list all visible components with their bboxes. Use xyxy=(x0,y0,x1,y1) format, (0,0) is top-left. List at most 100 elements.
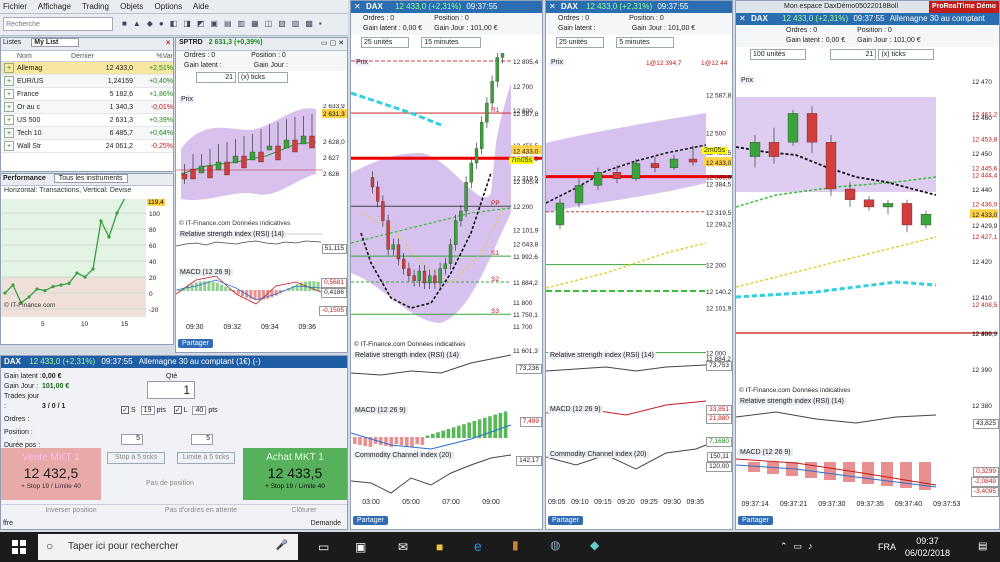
chart3-close-icon[interactable]: ✕ xyxy=(739,14,746,23)
macd-bar xyxy=(446,429,451,438)
add-icon[interactable]: + xyxy=(4,76,14,86)
windows-start-icon[interactable] xyxy=(12,540,26,554)
stop-step-input[interactable]: 5 xyxy=(121,434,143,445)
list-item[interactable]: + US 500 2 631,3 +0,39% xyxy=(1,114,173,127)
chart1-ytick: 12 043,8 xyxy=(513,242,539,249)
mail-icon[interactable]: ✉ xyxy=(398,540,408,554)
perf-point xyxy=(11,283,15,287)
tab-listes[interactable]: Listes xyxy=(3,39,21,46)
pending-orders-button[interactable]: Pas d'ordres en attente xyxy=(141,505,261,516)
stop-input[interactable]: 19 xyxy=(140,406,155,415)
chart3-partager-button[interactable]: Partager xyxy=(738,515,773,525)
window-controls[interactable]: ▭ ▢ ✕ xyxy=(321,39,344,47)
chart2-interval-select[interactable]: 5 minutes xyxy=(616,37,675,48)
add-icon[interactable]: + xyxy=(4,89,14,99)
limit-step-input[interactable]: 5 xyxy=(191,434,213,445)
chart1-units-select[interactable]: 25 unités xyxy=(361,37,409,48)
tray-icons[interactable]: ⌃▭♪ xyxy=(780,541,819,552)
menu-aide[interactable]: Aide xyxy=(193,2,209,11)
chart3-units-select[interactable]: 100 unités xyxy=(750,49,806,60)
partager-label[interactable]: Partager xyxy=(738,516,773,525)
chart2-close-icon[interactable]: ✕ xyxy=(549,2,556,11)
list-item[interactable]: + EUR/US 1,24159 +0,40% xyxy=(1,75,173,88)
store-icon[interactable]: ▣ xyxy=(355,540,366,554)
qty-input[interactable]: 1 xyxy=(147,381,195,399)
edge-icon[interactable]: e xyxy=(474,538,482,554)
clock-time: 09:37 xyxy=(916,536,939,546)
microphone-icon[interactable]: 🎤 xyxy=(276,540,288,551)
sell-button[interactable]: Vente MKT 1 12 432,5 + Stop 19 / Limite … xyxy=(1,448,101,500)
close-icon[interactable]: ✕ xyxy=(165,39,171,47)
chart1-level-label: S1 xyxy=(491,250,499,257)
chart3-position: Position : 0 xyxy=(857,27,892,34)
perf-tab[interactable]: Tous les instruments xyxy=(53,174,128,183)
add-icon[interactable]: + xyxy=(4,128,14,138)
partager-label[interactable]: Partager xyxy=(178,339,213,348)
candle xyxy=(593,172,603,186)
chart3-period-select[interactable]: 21 xyxy=(830,49,877,60)
macd-bar xyxy=(274,290,278,296)
language-indicator[interactable]: FRA xyxy=(878,542,896,552)
list-item[interactable]: + Wall Str 24 061,2 -0,25% xyxy=(1,140,173,153)
list-item[interactable]: + France 5 182,6 +1,86% xyxy=(1,88,173,101)
sptrd-rsi-label: Relative strength index (RSI) (14) xyxy=(178,231,286,238)
add-icon[interactable]: + xyxy=(4,141,14,151)
search-input[interactable] xyxy=(3,17,113,31)
candle xyxy=(407,268,411,276)
invert-position-button[interactable]: Inverser position xyxy=(1,505,141,516)
list-item-last: 24 061,2 xyxy=(105,143,133,150)
tablet-icon[interactable]: ◆ xyxy=(590,538,599,552)
app-icon[interactable]: ▮ xyxy=(512,538,519,552)
list-item[interactable]: + Allemag 12 433,0 +2,51% xyxy=(1,62,173,75)
macd-bar xyxy=(420,437,425,445)
task-view-icon[interactable]: ▭ xyxy=(318,540,329,554)
list-item[interactable]: + Tech 10 6 485,7 +0,64% xyxy=(1,127,173,140)
add-icon[interactable]: + xyxy=(4,63,14,73)
chart1-close-icon[interactable]: ✕ xyxy=(354,2,361,11)
limit-input[interactable]: 40 xyxy=(192,406,207,415)
limit-checkbox[interactable]: ✓ xyxy=(173,406,182,415)
candle xyxy=(249,151,256,161)
sptrd-unit-select[interactable]: (x) ticks xyxy=(237,72,288,83)
folder-icon[interactable]: ■ xyxy=(436,540,443,554)
close-position-button[interactable]: Clôturer xyxy=(261,505,347,516)
menu-fichier[interactable]: Fichier xyxy=(3,2,27,11)
sptrd-period-select[interactable]: 21 xyxy=(196,72,236,83)
menu-objets[interactable]: Objets xyxy=(120,2,143,11)
buy-button[interactable]: Achat MKT 1 12 433,5 + Stop 19 / Limite … xyxy=(243,448,347,500)
stop-5-ticks-button[interactable]: Stop à 5 ticks xyxy=(107,452,165,464)
sptrd-rsi-value: 51,115 xyxy=(321,244,347,254)
menu-affichage[interactable]: Affichage xyxy=(38,2,71,11)
chart3-unit-select[interactable]: (x) ticks xyxy=(878,49,935,60)
chart2-units-select[interactable]: 25 unités xyxy=(556,37,604,48)
clock-date: 06/02/2018 xyxy=(905,548,951,558)
sptrd-macd-value-3: -0,1505 xyxy=(318,306,347,316)
prorealtime-icon[interactable]: ◍ xyxy=(550,538,560,552)
chart1-interval-select[interactable]: 15 minutes xyxy=(421,37,482,48)
chart1-partager-button[interactable]: Partager xyxy=(353,515,388,525)
col-var[interactable]: %Var xyxy=(137,51,173,61)
partager-label[interactable]: Partager xyxy=(353,516,388,525)
list-item[interactable]: + Or au c 1 340,3 -0,01% xyxy=(1,101,173,114)
perf-title: Performance xyxy=(3,175,46,182)
stop-checkbox[interactable]: ✓ xyxy=(121,406,129,415)
add-icon[interactable]: + xyxy=(4,102,14,112)
col-dernier[interactable]: Dernier xyxy=(71,51,137,61)
sptrd-partager-button[interactable]: Partager xyxy=(178,338,213,348)
menu-options[interactable]: Options xyxy=(155,2,183,11)
col-nom[interactable]: Nom xyxy=(17,51,71,61)
partager-label[interactable]: Partager xyxy=(548,516,583,525)
chart1-titlebar: ✕ DAX 12 433,0 (+2,31%) 09:37:55 xyxy=(351,1,542,13)
tab-mylist[interactable]: My List xyxy=(31,38,80,47)
menu-trading[interactable]: Trading xyxy=(82,2,109,11)
macd-bar xyxy=(236,290,240,295)
sptrd-macd-label: MACD (12 26 9) xyxy=(178,269,233,276)
add-icon[interactable]: + xyxy=(4,115,14,125)
limit-5-ticks-button[interactable]: Limite à 5 ticks xyxy=(177,452,235,464)
taskbar-search[interactable]: ○ Taper ici pour rechercher 🎤 xyxy=(38,534,298,560)
chart2-ytick: 12 384,5 xyxy=(706,182,732,189)
chart2-partager-button[interactable]: Partager xyxy=(548,515,583,525)
notification-icon[interactable]: ▤ xyxy=(978,541,987,552)
gain-latent-value: 0,00 € xyxy=(42,373,62,380)
chart2-xtick: 09:35 xyxy=(686,499,704,506)
